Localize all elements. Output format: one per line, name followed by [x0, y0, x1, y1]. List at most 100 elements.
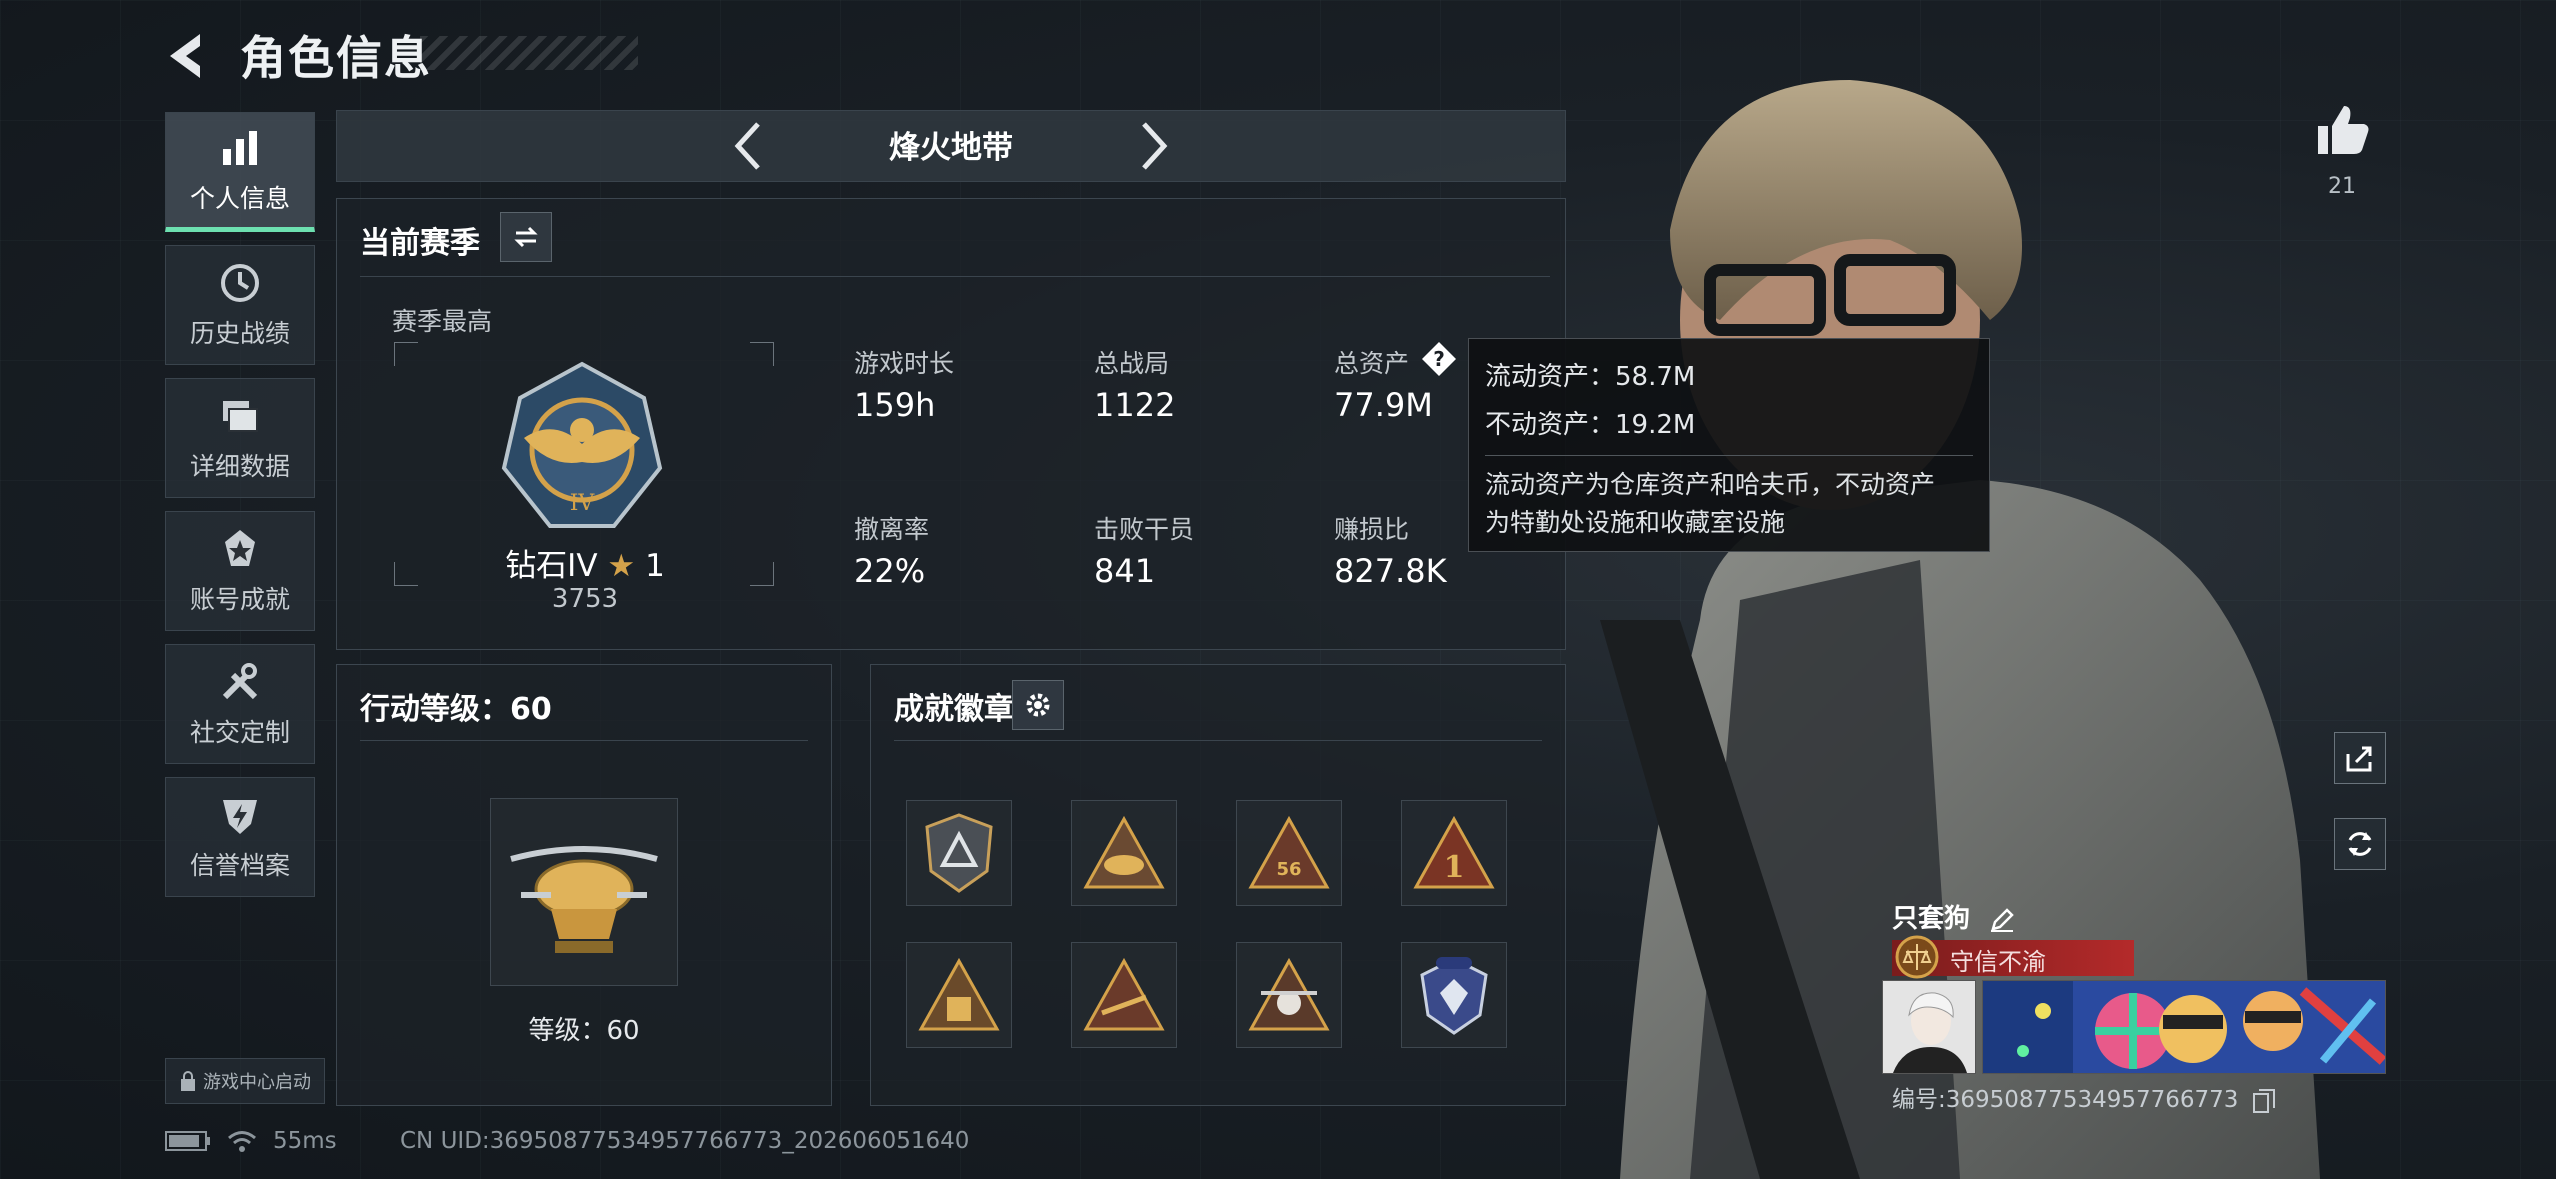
clock-icon — [221, 264, 259, 302]
svg-text:IV: IV — [570, 491, 596, 516]
wifi-icon — [228, 1131, 256, 1152]
colorful-banner-art — [1983, 981, 2385, 1073]
edit-pencil-icon[interactable] — [1989, 907, 2015, 933]
stat-value: 22% — [854, 552, 926, 590]
assets-tooltip: 流动资产：58.7M 不动资产：19.2M 流动资产为仓库资产和哈夫币，不动资产… — [1468, 338, 1990, 552]
refresh-icon — [2348, 832, 2372, 856]
star-icon: ★ — [607, 548, 636, 584]
level-title: 行动等级：60 — [360, 692, 552, 727]
stat-value: 77.9M — [1334, 386, 1433, 424]
sidebar-item-details[interactable]: 详细数据 — [165, 378, 315, 498]
badge-icon — [1083, 815, 1165, 889]
refresh-button[interactable] — [2334, 818, 2386, 870]
thumbs-up-icon[interactable] — [2312, 100, 2372, 160]
share-button[interactable] — [2334, 732, 2386, 784]
stat-label: 总战局 — [1094, 349, 1170, 378]
level-emblem-frame — [490, 798, 678, 986]
tooltip-description-line: 流动资产为仓库资产和哈夫币，不动资产 — [1485, 470, 1936, 499]
badge-rifle[interactable] — [1071, 942, 1177, 1048]
svg-text:1: 1 — [1444, 850, 1465, 885]
game-center-label: 游戏中心启动 — [203, 1072, 311, 1093]
sidebar-item-history[interactable]: 历史战绩 — [165, 245, 315, 365]
sidebar-item-profile[interactable]: 个人信息 — [165, 112, 315, 232]
uid-text: CN UID:36950877534957766773_202606051640 — [400, 1128, 970, 1154]
sidebar-item-label: 社交定制 — [189, 718, 290, 747]
rank-name-row: 钻石IV ★ 1 — [400, 540, 770, 585]
stat-value: 827.8K — [1334, 552, 1447, 590]
badge-title: 成就徽章 — [894, 692, 1014, 727]
badge-icon — [918, 957, 1000, 1031]
stat-label: 赚损比 — [1334, 515, 1410, 544]
question-icon[interactable]: ? — [1420, 340, 1458, 378]
scales-icon — [1895, 935, 1939, 979]
tooltip-divider — [1485, 455, 1973, 456]
sidebar-item-label: 历史战绩 — [189, 319, 290, 348]
shield-bolt-icon — [223, 800, 257, 834]
badge-divider — [894, 740, 1542, 741]
badge-56[interactable]: 56 — [1236, 800, 1342, 906]
badge-skull[interactable] — [1236, 942, 1342, 1048]
tools-icon — [222, 663, 258, 700]
badge-icon — [1248, 957, 1330, 1031]
helicopter-emblem-icon — [510, 846, 658, 953]
badge-settings-button[interactable] — [1012, 680, 1064, 730]
bar-chart-icon — [223, 131, 257, 165]
season-best-label: 赛季最高 — [392, 307, 493, 336]
sidebar-item-label: 账号成就 — [189, 585, 290, 614]
stat-label: 总资产 — [1334, 349, 1410, 378]
sidebar-item-label: 详细数据 — [189, 452, 290, 481]
lock-icon — [181, 1071, 195, 1091]
tooltip-description-line: 为特勤处设施和收藏室设施 — [1485, 508, 1786, 537]
like-count: 21 — [2328, 174, 2356, 199]
badge-icon — [1083, 957, 1165, 1031]
rank-name: 钻石IV — [505, 548, 598, 584]
folder-stack-icon — [223, 401, 258, 432]
badge-triangle-grey[interactable] — [906, 800, 1012, 906]
swap-icon — [514, 226, 538, 248]
stat-label: 击败干员 — [1094, 515, 1195, 544]
copy-icon[interactable] — [2252, 1088, 2276, 1114]
rank-stars: 1 — [645, 548, 665, 584]
gear-icon — [1026, 693, 1050, 717]
badge-police[interactable] — [1401, 942, 1507, 1048]
sidebar-item-achievements[interactable]: 账号成就 — [165, 511, 315, 631]
player-name: 只套狗 — [1892, 898, 2015, 935]
badge-number-1[interactable]: 1 — [1401, 800, 1507, 906]
season-divider — [360, 276, 1550, 277]
badge-icon — [925, 813, 993, 893]
card-id-row: 编号:36950877534957766773 — [1892, 1080, 2276, 1114]
chevron-left-icon[interactable] — [728, 118, 768, 174]
season-switch-button[interactable] — [500, 212, 552, 262]
sidebar-item-social[interactable]: 社交定制 — [165, 644, 315, 764]
stat-label: 游戏时长 — [854, 349, 955, 378]
rank-diamond-emblem: IV — [501, 361, 663, 528]
back-arrow-icon[interactable] — [160, 28, 216, 84]
level-divider — [360, 740, 808, 741]
tooltip-liquid-assets: 流动资产：58.7M — [1485, 362, 1696, 392]
sidebar-item-reputation[interactable]: 信誉档案 — [165, 777, 315, 897]
badge-helmet[interactable] — [1071, 800, 1177, 906]
avatar-portrait — [1883, 981, 1975, 1073]
svg-text:56: 56 — [1276, 859, 1301, 880]
card-id-text: 编号:36950877534957766773 — [1892, 1087, 2239, 1113]
stat-value: 159h — [854, 386, 936, 424]
player-avatar[interactable] — [1882, 980, 1976, 1074]
game-center-button[interactable]: 游戏中心启动 — [165, 1058, 325, 1104]
stat-value: 841 — [1094, 552, 1156, 590]
achievement-icon — [225, 530, 255, 566]
badge-crate[interactable] — [906, 942, 1012, 1048]
chevron-right-icon[interactable] — [1134, 118, 1174, 174]
badge-icon — [1420, 957, 1488, 1035]
player-name-text: 只套狗 — [1892, 904, 1971, 934]
motto-text: 守信不渝 — [1950, 948, 2046, 976]
tooltip-fixed-assets: 不动资产：19.2M — [1485, 410, 1696, 440]
title-decoration — [420, 36, 638, 70]
stat-value: 1122 — [1094, 386, 1176, 424]
page-title: 角色信息 — [240, 31, 432, 85]
battery-icon — [165, 1131, 210, 1151]
ping-value: 55ms — [273, 1128, 337, 1154]
sidebar-item-label: 个人信息 — [189, 184, 290, 213]
svg-text:?: ? — [1433, 347, 1445, 371]
season-title: 当前赛季 — [360, 226, 480, 261]
player-banner[interactable] — [1982, 980, 2386, 1074]
